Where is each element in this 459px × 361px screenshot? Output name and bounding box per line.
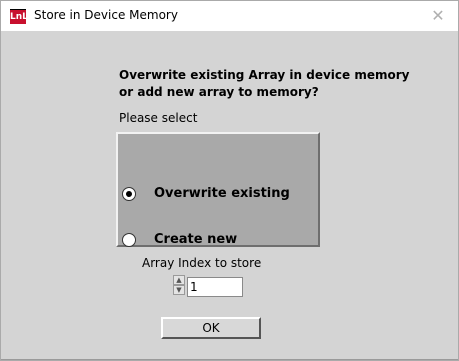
radio-button-checked[interactable] (122, 186, 136, 201)
dialog-window: LnL Store in Device Memory ✕ Overwrite e… (0, 0, 459, 361)
select-prompt: Please select (119, 111, 198, 125)
question-line-1: Overwrite existing Array in device memor… (119, 68, 410, 82)
array-index-input[interactable]: 1 (187, 277, 243, 297)
title-bar[interactable]: LnL Store in Device Memory ✕ (1, 1, 458, 31)
window-bottom-border (1, 359, 458, 360)
app-logo-icon: LnL (10, 9, 28, 24)
window-title: Store in Device Memory (34, 8, 178, 22)
ok-button[interactable]: OK (161, 317, 261, 339)
radio-option-create-new[interactable]: Create new (122, 232, 237, 247)
radio-group: Overwrite existing Create new (116, 132, 320, 247)
increment-arrow-icon[interactable]: ▲ (173, 275, 185, 285)
dialog-body: Overwrite existing Array in device memor… (1, 31, 458, 360)
decrement-arrow-icon[interactable]: ▼ (173, 285, 185, 295)
radio-button-unchecked[interactable] (122, 232, 136, 247)
close-button[interactable]: ✕ (418, 1, 458, 31)
index-stepper[interactable]: ▲ ▼ (173, 275, 186, 297)
close-icon: ✕ (431, 6, 445, 25)
radio-option-overwrite[interactable]: Overwrite existing (122, 186, 290, 201)
radio-label-overwrite: Overwrite existing (154, 186, 290, 201)
radio-label-create-new: Create new (154, 232, 238, 247)
question-text: Overwrite existing Array in device memor… (119, 67, 419, 101)
array-index-label: Array Index to store (142, 256, 262, 270)
question-line-2: or add new array to memory? (119, 85, 319, 99)
